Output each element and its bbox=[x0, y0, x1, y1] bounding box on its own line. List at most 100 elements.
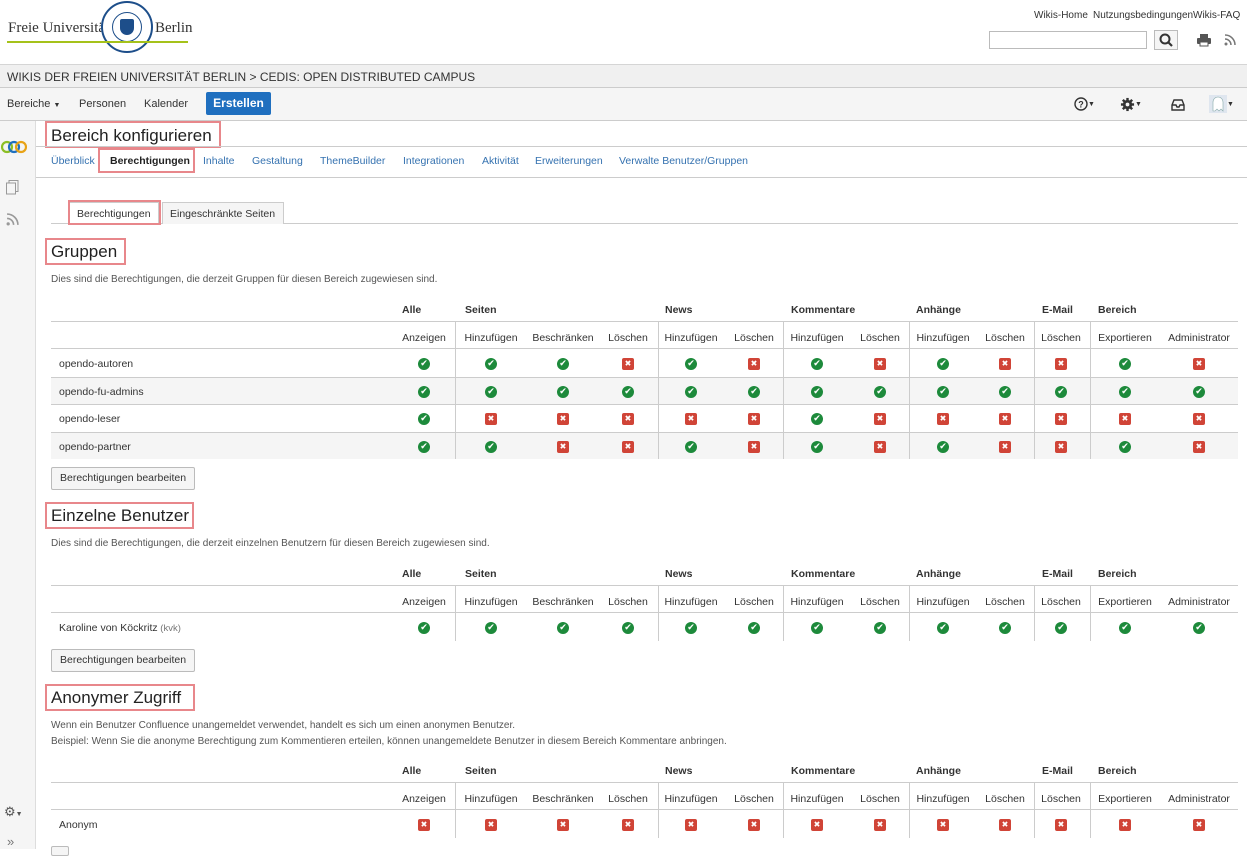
column-header: Löschen bbox=[860, 332, 900, 344]
permission-granted-icon: ✔ bbox=[1119, 622, 1131, 634]
pages-icon[interactable] bbox=[6, 180, 19, 195]
nav-kalender[interactable]: Kalender bbox=[144, 98, 188, 110]
permission-denied-icon: ✖ bbox=[874, 413, 886, 425]
rss-icon[interactable] bbox=[1224, 34, 1236, 46]
gear-icon bbox=[1120, 97, 1135, 111]
blog-feed-icon[interactable] bbox=[6, 213, 19, 226]
column-divider bbox=[783, 782, 784, 838]
column-group-header: Kommentare bbox=[791, 568, 856, 580]
inbox-button[interactable] bbox=[1171, 95, 1185, 113]
search-button[interactable] bbox=[1154, 30, 1178, 50]
column-divider bbox=[1034, 782, 1035, 838]
column-group-header: Bereich bbox=[1098, 568, 1137, 580]
column-header: Administrator bbox=[1168, 332, 1230, 344]
nav-personen[interactable]: Personen bbox=[79, 98, 126, 110]
link-wikis-faq[interactable]: Wikis-FAQ bbox=[1193, 10, 1240, 21]
section-description-anonym-2: Beispiel: Wenn Sie die anonyme Berechtig… bbox=[51, 736, 727, 747]
chevron-down-icon: ▼ bbox=[1088, 100, 1095, 108]
column-group-header: Kommentare bbox=[791, 765, 856, 777]
chevron-down-icon: ▼ bbox=[15, 811, 23, 818]
column-group-header: Seiten bbox=[465, 304, 497, 316]
column-header: Löschen bbox=[608, 596, 648, 608]
breadcrumb-bar: WIKIS DER FREIEN UNIVERSITÄT BERLIN > CE… bbox=[0, 65, 1247, 88]
table-divider bbox=[51, 585, 1238, 586]
permission-denied-icon: ✖ bbox=[1055, 440, 1067, 453]
table-row-name: opendo-leser bbox=[59, 413, 121, 425]
permission-denied-icon: ✖ bbox=[485, 819, 497, 831]
user-menu[interactable]: ▼ bbox=[1209, 95, 1234, 114]
edit-user-permissions-button[interactable]: Berechtigungen bearbeiten bbox=[51, 649, 196, 672]
column-header: Hinzufügen bbox=[916, 596, 970, 608]
column-header: Administrator bbox=[1168, 596, 1230, 608]
permission-denied-icon: ✖ bbox=[1193, 413, 1205, 425]
tab-gestaltung[interactable]: Gestaltung bbox=[252, 155, 303, 167]
permission-granted-icon: ✔ bbox=[874, 622, 886, 634]
link-wikis-home[interactable]: Wikis-Home bbox=[1034, 10, 1088, 21]
column-header: Hinzufügen bbox=[664, 793, 718, 805]
permission-denied-icon: ✖ bbox=[748, 440, 760, 453]
permission-denied-icon: ✖ bbox=[1055, 819, 1067, 831]
tab-integrationen[interactable]: Integrationen bbox=[403, 155, 464, 167]
permission-denied-icon: ✖ bbox=[1119, 819, 1131, 831]
section-description-gruppen: Dies sind die Berechtigungen, die derzei… bbox=[51, 274, 438, 285]
permission-granted-icon: ✔ bbox=[999, 622, 1011, 634]
permission-granted-icon: ✔ bbox=[685, 622, 697, 634]
permission-granted-icon: ✔ bbox=[418, 385, 430, 398]
column-divider bbox=[658, 585, 659, 641]
settings-menu[interactable]: ▼ bbox=[1120, 95, 1142, 113]
tab-berechtigungen[interactable]: Berechtigungen bbox=[110, 155, 190, 167]
edit-anonymous-permissions-button[interactable] bbox=[51, 846, 69, 856]
column-header: Löschen bbox=[734, 332, 774, 344]
tab-aktivitaet[interactable]: Aktivität bbox=[482, 155, 519, 167]
tab-verwalte-benutzer-gruppen[interactable]: Verwalte Benutzer/Gruppen bbox=[619, 155, 748, 167]
column-group-header: Anhänge bbox=[916, 568, 961, 580]
table-divider bbox=[51, 321, 1238, 322]
column-header: Anzeigen bbox=[402, 596, 446, 608]
sidebar: ⚙▼ » bbox=[0, 121, 36, 849]
column-group-header: E-Mail bbox=[1042, 568, 1073, 580]
column-divider bbox=[909, 782, 910, 838]
table-row-name: opendo-fu-admins bbox=[59, 385, 144, 398]
expand-sidebar-icon[interactable]: » bbox=[7, 834, 14, 849]
print-icon[interactable] bbox=[1196, 33, 1212, 47]
tab-erweiterungen[interactable]: Erweiterungen bbox=[535, 155, 603, 167]
permission-denied-icon: ✖ bbox=[748, 819, 760, 831]
permission-denied-icon: ✖ bbox=[622, 819, 634, 831]
tab-themebuilder[interactable]: ThemeBuilder bbox=[320, 155, 385, 167]
column-header: Anzeigen bbox=[402, 332, 446, 344]
permission-granted-icon: ✔ bbox=[937, 622, 949, 634]
permission-granted-icon: ✔ bbox=[1119, 358, 1131, 370]
permission-granted-icon: ✔ bbox=[748, 385, 760, 398]
column-divider bbox=[1034, 321, 1035, 459]
link-nutzungsbedingungen[interactable]: Nutzungsbedingungen bbox=[1093, 10, 1193, 21]
edit-group-permissions-button[interactable]: Berechtigungen bearbeiten bbox=[51, 467, 196, 490]
table-divider bbox=[51, 612, 1238, 613]
nav-bereiche[interactable]: Bereiche ▼ bbox=[7, 98, 60, 110]
subtab-eingeschraenkte-seiten[interactable]: Eingeschränkte Seiten bbox=[162, 202, 284, 224]
tab-inhalte[interactable]: Inhalte bbox=[203, 155, 235, 167]
permission-denied-icon: ✖ bbox=[1119, 413, 1131, 425]
permission-granted-icon: ✔ bbox=[874, 385, 886, 398]
help-icon: ? bbox=[1074, 97, 1088, 111]
column-header: Administrator bbox=[1168, 793, 1230, 805]
create-button[interactable]: Erstellen bbox=[206, 92, 271, 115]
column-group-header: Alle bbox=[402, 568, 422, 580]
permission-granted-icon: ✔ bbox=[418, 358, 430, 370]
permission-denied-icon: ✖ bbox=[1055, 413, 1067, 425]
tab-ueberblick[interactable]: Überblick bbox=[51, 155, 95, 167]
permission-granted-icon: ✔ bbox=[811, 622, 823, 634]
breadcrumb[interactable]: WIKIS DER FREIEN UNIVERSITÄT BERLIN > CE… bbox=[7, 70, 475, 84]
table-divider bbox=[51, 782, 1238, 783]
permission-granted-icon: ✔ bbox=[811, 385, 823, 398]
permission-denied-icon: ✖ bbox=[485, 413, 497, 425]
column-header: Löschen bbox=[1041, 332, 1081, 344]
permission-denied-icon: ✖ bbox=[1193, 358, 1205, 370]
space-logo-icon[interactable] bbox=[1, 137, 27, 157]
search-input[interactable] bbox=[989, 31, 1147, 49]
space-settings-button[interactable]: ⚙▼ bbox=[4, 804, 23, 820]
column-divider bbox=[455, 585, 456, 641]
column-header: Exportieren bbox=[1098, 332, 1152, 344]
section-description-anonym-1: Wenn ein Benutzer Confluence unangemelde… bbox=[51, 720, 516, 731]
help-menu[interactable]: ? ▼ bbox=[1074, 95, 1095, 113]
permission-granted-icon: ✔ bbox=[485, 622, 497, 634]
